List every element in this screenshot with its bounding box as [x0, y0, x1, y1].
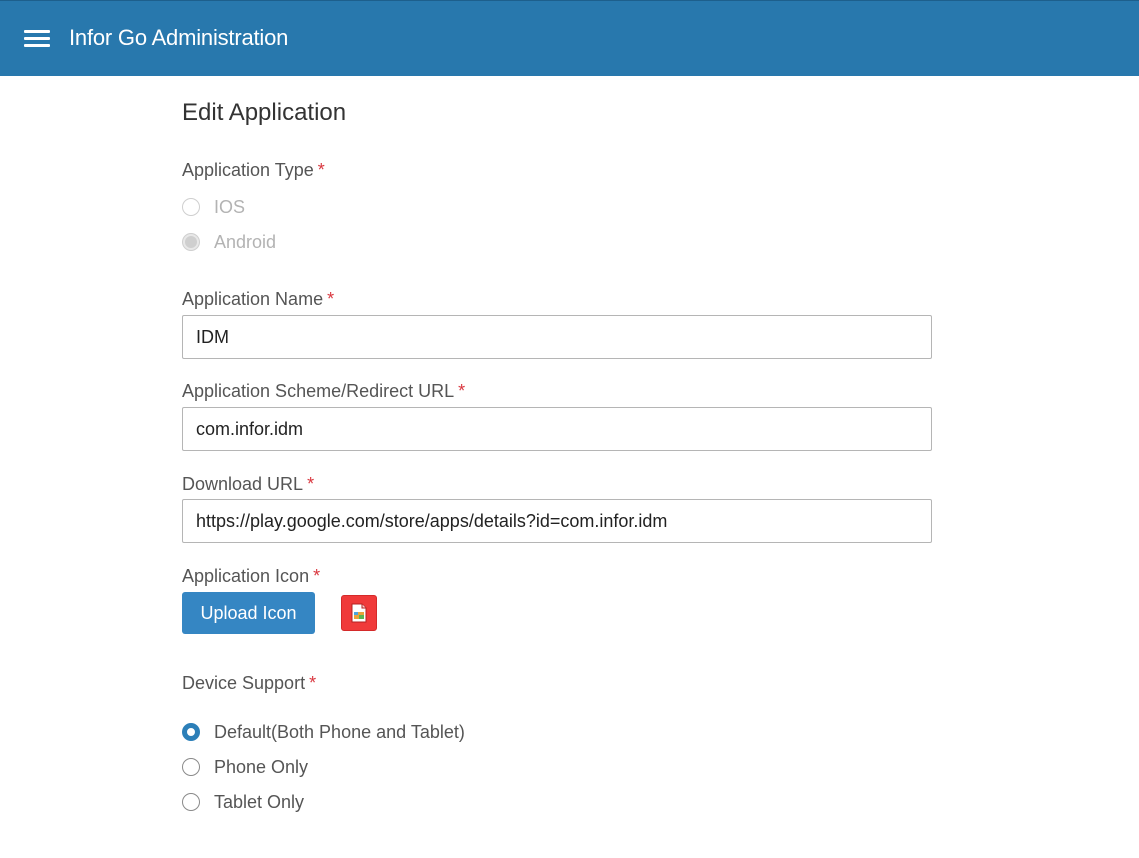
required-marker: *	[307, 474, 315, 494]
application-type-label: Application Type *	[182, 160, 325, 181]
download-url-label: Download URL *	[182, 474, 314, 495]
application-name-label: Application Name *	[182, 289, 334, 310]
application-name-label-text: Application Name	[182, 289, 324, 309]
radio-ios-circle[interactable]	[182, 198, 200, 216]
radio-device-phone-circle[interactable]	[182, 758, 200, 776]
app-title: Infor Go Administration	[69, 25, 289, 50]
application-icon-label: Application Icon *	[182, 566, 320, 587]
scheme-url-label-text: Application Scheme/Redirect URL	[182, 381, 455, 401]
device-support-label-text: Device Support	[182, 673, 306, 693]
radio-device-default-label: Default(Both Phone and Tablet)	[214, 721, 465, 742]
radio-ios[interactable]: IOS	[182, 196, 245, 218]
hamburger-menu-icon[interactable]	[24, 30, 50, 50]
page-title: Edit Application	[182, 99, 347, 126]
radio-device-phone-label: Phone Only	[214, 756, 309, 777]
download-url-label-text: Download URL	[182, 474, 304, 494]
device-support-label: Device Support *	[182, 673, 316, 694]
radio-device-tablet-label: Tablet Only	[214, 791, 305, 812]
download-url-input[interactable]	[182, 499, 932, 543]
required-marker: *	[309, 673, 317, 693]
required-marker: *	[458, 381, 466, 401]
application-name-input[interactable]	[182, 315, 932, 359]
radio-device-default-circle[interactable]	[182, 723, 200, 741]
radio-ios-label: IOS	[214, 196, 246, 217]
app-icon-preview[interactable]	[341, 595, 377, 631]
radio-android[interactable]: Android	[182, 231, 276, 253]
hamburger-line	[24, 30, 50, 33]
upload-icon-button[interactable]: Upload Icon	[182, 592, 315, 634]
application-type-label-text: Application Type	[182, 160, 314, 180]
hamburger-line	[24, 37, 50, 40]
scheme-url-input[interactable]	[182, 407, 932, 451]
top-app-bar: Infor Go Administration	[0, 0, 1139, 76]
hamburger-line	[24, 44, 50, 47]
radio-android-label: Android	[214, 231, 277, 252]
radio-device-phone[interactable]: Phone Only	[182, 756, 308, 778]
required-marker: *	[313, 566, 321, 586]
file-image-icon	[351, 603, 367, 623]
required-marker: *	[327, 289, 335, 309]
required-marker: *	[317, 160, 325, 180]
radio-android-circle[interactable]	[182, 233, 200, 251]
application-icon-label-text: Application Icon	[182, 566, 310, 586]
scheme-url-label: Application Scheme/Redirect URL *	[182, 381, 465, 402]
radio-device-default[interactable]: Default(Both Phone and Tablet)	[182, 721, 465, 743]
radio-device-tablet-circle[interactable]	[182, 793, 200, 811]
radio-device-tablet[interactable]: Tablet Only	[182, 791, 304, 813]
